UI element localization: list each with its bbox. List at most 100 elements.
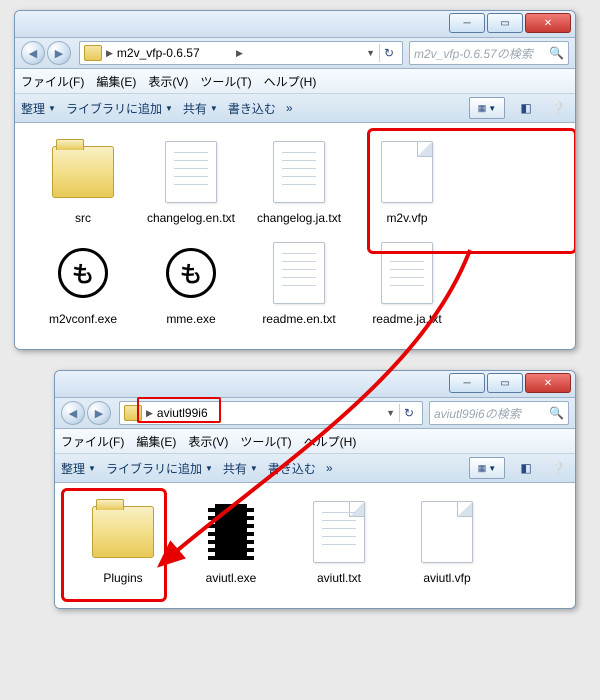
file-item-txt[interactable]: readme.en.txt	[245, 238, 353, 327]
file-pane[interactable]: src changelog.en.txt changelog.ja.txt m2…	[15, 123, 575, 349]
toolbar: 整理▼ ライブラリに追加▼ 共有▼ 書き込む » ▦▼ ◧ ❔	[55, 454, 575, 483]
maximize-button[interactable]: ▭	[487, 13, 523, 33]
file-label: Plugins	[69, 571, 177, 586]
file-item-exe[interactable]: も mme.exe	[137, 238, 245, 327]
toolbar-organize[interactable]: 整理▼	[21, 100, 56, 117]
text-file-icon	[313, 501, 365, 563]
chevron-down-icon[interactable]: ▼	[386, 408, 395, 418]
file-label: mme.exe	[137, 312, 245, 327]
nav-back-icon[interactable]: ◀	[21, 41, 45, 65]
menu-file[interactable]: ファイル(F)	[21, 73, 84, 90]
search-input[interactable]: m2v_vfp-0.6.57の検索 🔍	[409, 41, 569, 65]
view-mode-button[interactable]: ▦▼	[469, 97, 505, 119]
generic-file-icon	[381, 141, 433, 203]
file-label: m2v.vfp	[353, 211, 461, 226]
path-segment[interactable]: m2v_vfp-0.6.57	[117, 46, 232, 60]
file-item-txt[interactable]: changelog.ja.txt	[245, 137, 353, 226]
text-file-icon	[273, 242, 325, 304]
refresh-icon[interactable]: ↻	[379, 44, 398, 62]
chevron-right-icon: ▶	[146, 408, 153, 419]
maximize-button[interactable]: ▭	[487, 373, 523, 393]
menu-edit[interactable]: 編集(E)	[136, 433, 176, 450]
file-item-exe[interactable]: も m2vconf.exe	[29, 238, 137, 327]
close-button[interactable]: ✕	[525, 373, 571, 393]
toolbar-burn[interactable]: 書き込む	[268, 460, 316, 477]
menu-file[interactable]: ファイル(F)	[61, 433, 124, 450]
text-file-icon	[273, 141, 325, 203]
toolbar-library[interactable]: ライブラリに追加▼	[106, 460, 213, 477]
view-icons-icon: ▦	[478, 463, 487, 474]
file-label: changelog.en.txt	[137, 211, 245, 226]
toolbar-share[interactable]: 共有▼	[183, 100, 218, 117]
search-icon: 🔍	[549, 406, 564, 420]
search-placeholder: m2v_vfp-0.6.57の検索	[414, 45, 545, 62]
toolbar-overflow-icon[interactable]: »	[326, 461, 333, 475]
menu-tools[interactable]: ツール(T)	[200, 73, 251, 90]
chevron-right-icon: ▶	[106, 48, 113, 59]
minimize-button[interactable]: ─	[449, 373, 485, 393]
preview-pane-icon[interactable]: ◧	[515, 98, 537, 118]
preview-pane-icon[interactable]: ◧	[515, 458, 537, 478]
menu-view[interactable]: 表示(V)	[148, 73, 188, 90]
nav-buttons: ◀ ▶	[61, 401, 113, 425]
file-item-vfp[interactable]: aviutl.vfp	[393, 497, 501, 586]
menu-edit[interactable]: 編集(E)	[96, 73, 136, 90]
titlebar[interactable]: ─ ▭ ✕	[15, 11, 575, 38]
refresh-icon[interactable]: ↻	[399, 404, 418, 422]
nav-back-icon[interactable]: ◀	[61, 401, 85, 425]
titlebar[interactable]: ─ ▭ ✕	[55, 371, 575, 398]
folder-icon	[52, 146, 114, 198]
file-label: readme.en.txt	[245, 312, 353, 327]
file-item-exe[interactable]: aviutl.exe	[177, 497, 285, 586]
help-icon[interactable]: ❔	[547, 98, 569, 118]
file-label: readme.ja.txt	[353, 312, 461, 327]
chevron-right-icon: ▶	[236, 48, 243, 59]
menu-tools[interactable]: ツール(T)	[240, 433, 291, 450]
file-item-txt[interactable]: aviutl.txt	[285, 497, 393, 586]
file-label: aviutl.txt	[285, 571, 393, 586]
file-pane[interactable]: Plugins aviutl.exe aviutl.txt aviutl.vfp	[55, 483, 575, 608]
file-item-folder[interactable]: Plugins	[69, 497, 177, 586]
nav-forward-icon[interactable]: ▶	[87, 401, 111, 425]
file-label: aviutl.exe	[177, 571, 285, 586]
toolbar-overflow-icon[interactable]: »	[286, 101, 293, 115]
toolbar-library[interactable]: ライブラリに追加▼	[66, 100, 173, 117]
nav-row: ◀ ▶ ▶ aviutl99i6 ▼ ↻ aviutl99i6の検索 🔍	[55, 398, 575, 429]
menu-help[interactable]: ヘルプ(H)	[304, 433, 357, 450]
help-icon[interactable]: ❔	[547, 458, 569, 478]
folder-icon	[124, 405, 142, 421]
view-mode-button[interactable]: ▦▼	[469, 457, 505, 479]
address-bar[interactable]: ▶ m2v_vfp-0.6.57 ▶ ▼ ↻	[79, 41, 403, 65]
nav-row: ◀ ▶ ▶ m2v_vfp-0.6.57 ▶ ▼ ↻ m2v_vfp-0.6.5…	[15, 38, 575, 69]
close-button[interactable]: ✕	[525, 13, 571, 33]
explorer-window-1: ─ ▭ ✕ ◀ ▶ ▶ m2v_vfp-0.6.57 ▶ ▼ ↻ m2v_vfp…	[14, 10, 576, 350]
explorer-window-2: ─ ▭ ✕ ◀ ▶ ▶ aviutl99i6 ▼ ↻ aviutl99i6の検索…	[54, 370, 576, 609]
search-placeholder: aviutl99i6の検索	[434, 405, 545, 422]
menu-view[interactable]: 表示(V)	[188, 433, 228, 450]
address-bar[interactable]: ▶ aviutl99i6 ▼ ↻	[119, 401, 423, 425]
folder-icon	[84, 45, 102, 61]
minimize-button[interactable]: ─	[449, 13, 485, 33]
video-app-icon	[208, 504, 254, 560]
menu-bar: ファイル(F) 編集(E) 表示(V) ツール(T) ヘルプ(H)	[15, 69, 575, 94]
file-label: changelog.ja.txt	[245, 211, 353, 226]
menu-help[interactable]: ヘルプ(H)	[264, 73, 317, 90]
file-item-txt[interactable]: changelog.en.txt	[137, 137, 245, 226]
application-icon: も	[58, 248, 108, 298]
toolbar-burn[interactable]: 書き込む	[228, 100, 276, 117]
text-file-icon	[381, 242, 433, 304]
file-item-vfp[interactable]: m2v.vfp	[353, 137, 461, 226]
toolbar-share[interactable]: 共有▼	[223, 460, 258, 477]
generic-file-icon	[421, 501, 473, 563]
path-segment[interactable]: aviutl99i6	[157, 406, 268, 420]
toolbar-organize[interactable]: 整理▼	[61, 460, 96, 477]
file-item-txt[interactable]: readme.ja.txt	[353, 238, 461, 327]
file-label: src	[29, 211, 137, 226]
search-input[interactable]: aviutl99i6の検索 🔍	[429, 401, 569, 425]
text-file-icon	[165, 141, 217, 203]
file-label: aviutl.vfp	[393, 571, 501, 586]
chevron-down-icon[interactable]: ▼	[366, 48, 375, 58]
file-label: m2vconf.exe	[29, 312, 137, 327]
file-item-folder[interactable]: src	[29, 137, 137, 226]
nav-forward-icon[interactable]: ▶	[47, 41, 71, 65]
